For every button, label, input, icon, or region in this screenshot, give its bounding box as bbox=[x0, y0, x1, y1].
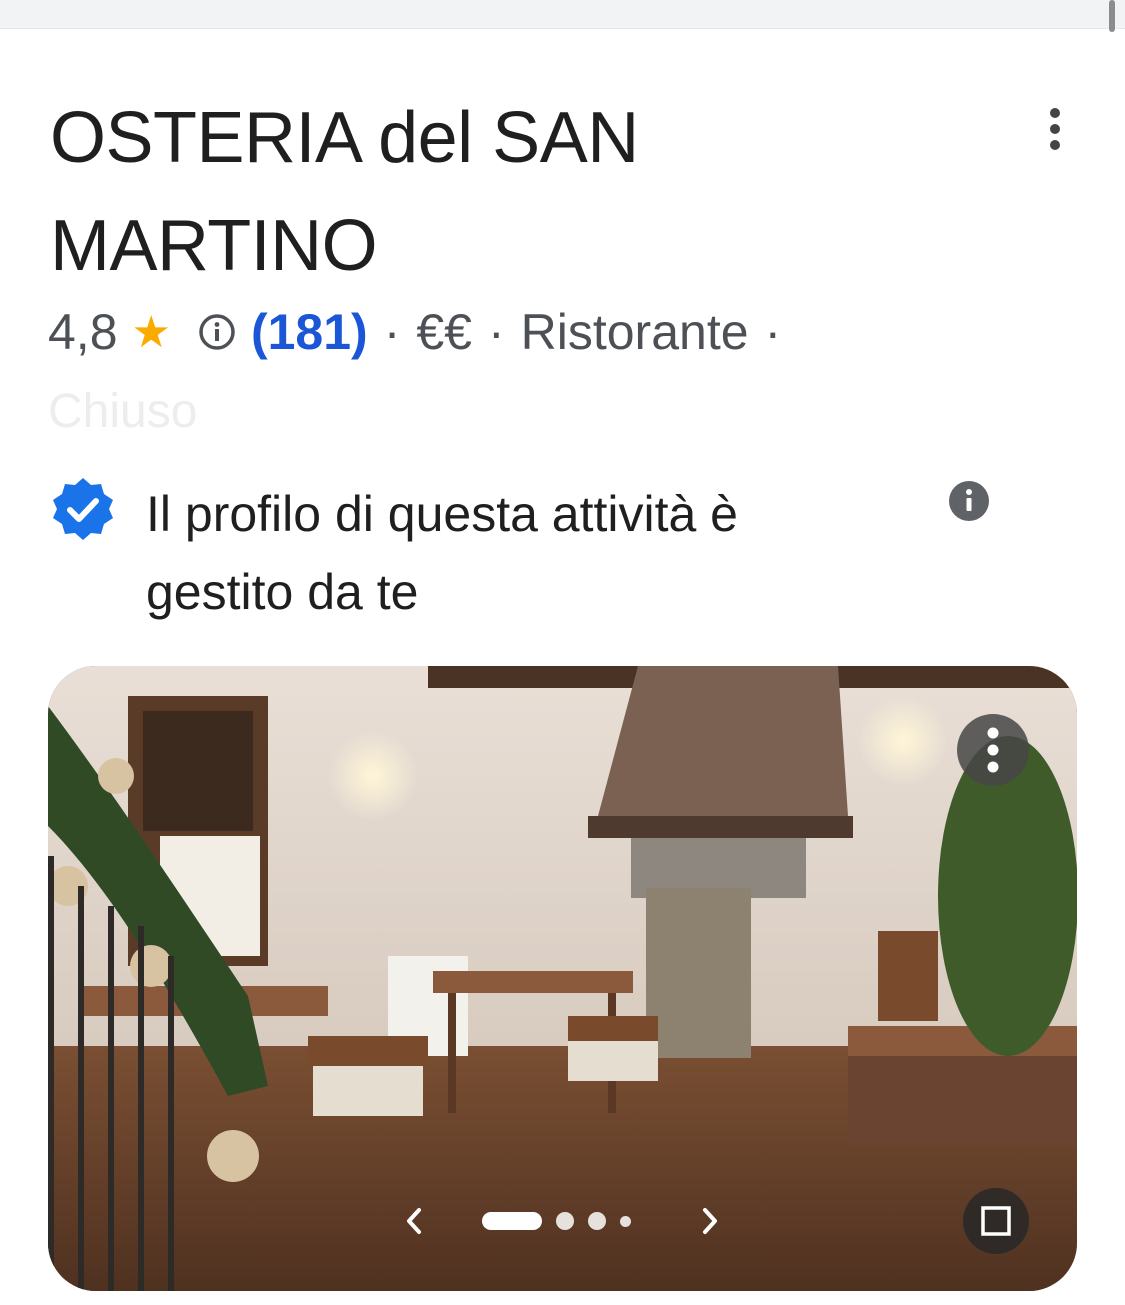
carousel-dot[interactable] bbox=[620, 1215, 631, 1227]
restaurant-photo[interactable] bbox=[48, 666, 1077, 1291]
chevron-left-icon bbox=[407, 1208, 421, 1234]
separator: · bbox=[764, 304, 782, 360]
info-filled-icon[interactable] bbox=[948, 480, 990, 522]
business-title: OSTERIA del SAN MARTINO bbox=[50, 84, 950, 300]
open-status: Chiuso bbox=[48, 385, 198, 438]
managed-profile-line2: gestito da te bbox=[146, 564, 419, 620]
category-label: Ristorante bbox=[520, 304, 749, 360]
carousel-dot[interactable] bbox=[556, 1212, 574, 1230]
carousel-prev-button[interactable] bbox=[394, 1198, 434, 1244]
separator: · bbox=[383, 304, 401, 360]
photo-options-button[interactable] bbox=[957, 714, 1029, 786]
info-outline-icon[interactable] bbox=[197, 312, 237, 352]
scrollbar-thumb[interactable] bbox=[1109, 0, 1115, 32]
rating-row: 4,8 ★ (181) · €€ · Ristorante · bbox=[48, 300, 797, 364]
star-icon: ★ bbox=[131, 307, 171, 357]
more-vert-icon bbox=[1050, 108, 1060, 150]
fullscreen-button[interactable] bbox=[963, 1188, 1029, 1254]
reviews-count-link[interactable]: (181) bbox=[251, 303, 368, 361]
price-level: €€ bbox=[416, 304, 472, 360]
rating-value: 4,8 bbox=[48, 304, 118, 360]
more-options-button[interactable] bbox=[1030, 104, 1080, 154]
more-vert-icon bbox=[987, 727, 999, 773]
managed-profile-text: Il profilo di questa attività è gestito … bbox=[146, 475, 906, 631]
carousel-next-button[interactable] bbox=[690, 1198, 730, 1244]
carousel-dot-active[interactable] bbox=[482, 1212, 542, 1230]
restaurant-interior-image bbox=[48, 666, 1077, 1291]
verified-badge-icon bbox=[53, 478, 113, 540]
business-title-line1: OSTERIA del SAN bbox=[50, 98, 639, 178]
chevron-right-icon bbox=[703, 1208, 717, 1234]
separator: · bbox=[487, 304, 505, 360]
managed-profile-line1: Il profilo di questa attività è bbox=[146, 486, 738, 542]
business-title-line2: MARTINO bbox=[50, 206, 378, 286]
carousel-dot[interactable] bbox=[588, 1212, 606, 1230]
carousel-indicator bbox=[482, 1210, 631, 1232]
top-bar bbox=[0, 0, 1125, 29]
fullscreen-icon bbox=[981, 1206, 1011, 1236]
